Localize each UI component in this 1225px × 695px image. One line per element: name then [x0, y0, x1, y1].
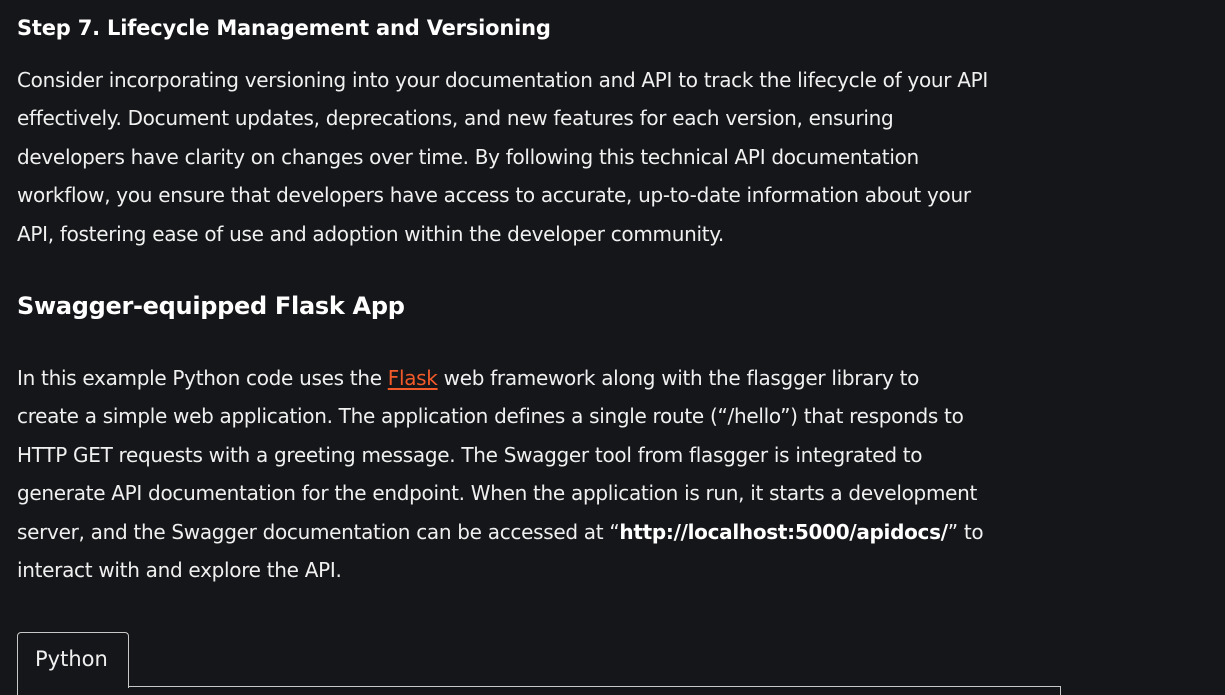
example-paragraph: In this example Python code uses the Fla… [17, 359, 984, 589]
code-language-tab[interactable]: Python [17, 632, 129, 688]
example-text: ” to [947, 519, 984, 544]
intro-line: Consider incorporating versioning into y… [17, 68, 988, 92]
step-heading: Step 7. Lifecycle Management and Version… [17, 16, 551, 40]
intro-line: workflow, you ensure that developers hav… [17, 183, 971, 208]
intro-line: effectively. Document updates, deprecati… [17, 106, 894, 131]
intro-paragraph: Consider incorporating versioning into y… [17, 61, 988, 253]
intro-line: API, fostering ease of use and adoption … [17, 221, 724, 246]
example-line: HTTP GET requests with a greeting messag… [17, 442, 923, 467]
apidocs-url: http://localhost:5000/apidocs/ [619, 519, 948, 544]
example-text: In this example Python code uses the [17, 366, 388, 390]
intro-line: developers have clarity on changes over … [17, 144, 919, 169]
example-line: interact with and explore the API. [17, 558, 342, 583]
example-line: server, and the Swagger documentation ca… [17, 513, 984, 551]
code-block-panel [17, 686, 1061, 695]
example-line: create a simple web application. The app… [17, 404, 964, 429]
section-heading: Swagger-equipped Flask App [17, 292, 405, 320]
flask-link[interactable]: Flask [388, 366, 438, 390]
example-text: web framework along with the flasgger li… [437, 366, 920, 390]
code-language-label: Python [35, 647, 108, 671]
example-line: generate API documentation for the endpo… [17, 481, 978, 506]
example-line: In this example Python code uses the Fla… [17, 359, 983, 397]
example-text: server, and the Swagger documentation ca… [17, 519, 620, 544]
